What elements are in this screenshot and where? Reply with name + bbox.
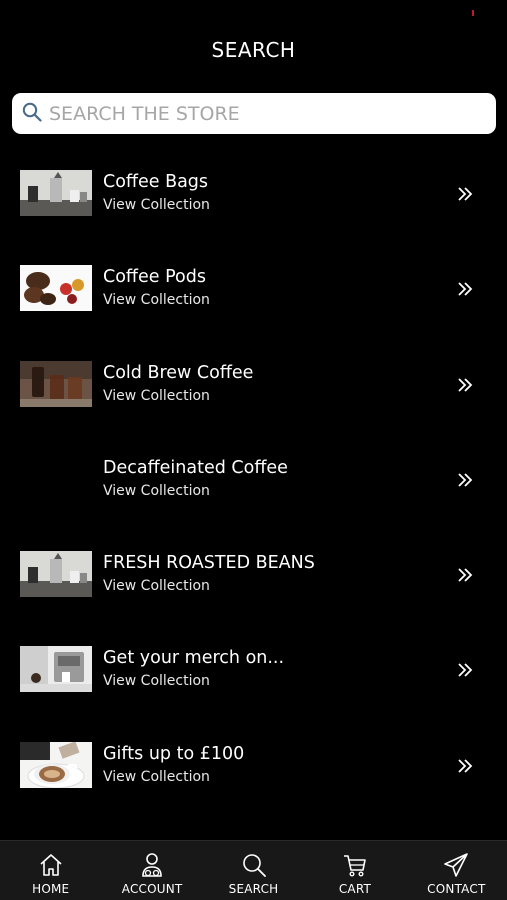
double-chevron-right-icon	[458, 377, 473, 392]
cart-icon	[343, 855, 366, 877]
header: SEARCH	[0, 38, 507, 62]
tab-label: CONTACT	[427, 882, 486, 896]
collection-title: Decaffeinated Coffee	[103, 457, 288, 478]
collection-subtitle: View Collection	[103, 673, 210, 690]
coffee-equipment-image	[20, 551, 92, 598]
double-chevron-right-icon	[458, 663, 473, 678]
tab-label: CART	[338, 882, 372, 896]
collection-subtitle: View Collection	[103, 292, 210, 309]
search-icon	[22, 102, 42, 126]
search-input[interactable]	[49, 102, 469, 125]
collection-subtitle: View Collection	[103, 387, 210, 404]
collection-title: Gifts up to £100	[103, 743, 245, 764]
collection-title: Coffee Bags	[103, 172, 209, 192]
tab-contact[interactable]: CONTACT	[406, 841, 507, 900]
tab-cart[interactable]: CART	[304, 841, 405, 900]
collection-title: Cold Brew Coffee	[103, 362, 254, 383]
collection-item-gifts[interactable]: Gifts up to £100 View Collection	[0, 719, 507, 814]
collection-item-decaffeinated[interactable]: Decaffeinated Coffee View Collection	[0, 433, 507, 528]
collection-item-coffee-pods[interactable]: Coffee Pods View Collection	[0, 242, 507, 337]
coffee-cup-image	[20, 741, 92, 788]
coffee-pods-image	[20, 265, 92, 312]
page-title: SEARCH	[211, 38, 296, 62]
collection-title: FRESH ROASTED BEANS	[103, 553, 315, 574]
collection-item-merch[interactable]: Get your merch on... View Collection	[0, 623, 507, 718]
paper-plane-icon	[444, 853, 469, 877]
tab-search[interactable]: SEARCH	[203, 841, 304, 900]
bottom-tab-bar: HOME ACCOUNT SEARCH CART CONTACT	[0, 840, 507, 900]
tab-label: ACCOUNT	[121, 882, 183, 896]
double-chevron-right-icon	[458, 568, 473, 582]
account-icon	[142, 853, 162, 877]
cold-brew-image	[20, 360, 92, 407]
collection-list: Coffee Bags View Collection Coffee Pods …	[0, 147, 507, 814]
coffee-equipment-image	[20, 170, 92, 216]
search-icon	[242, 854, 266, 877]
double-chevron-right-icon	[458, 759, 473, 773]
collection-title: Get your merch on...	[103, 648, 285, 669]
tab-label: SEARCH	[228, 882, 279, 896]
tab-account[interactable]: ACCOUNT	[101, 841, 202, 900]
tab-label: HOME	[32, 882, 70, 896]
collection-item-coffee-bags[interactable]: Coffee Bags View Collection	[0, 147, 507, 242]
double-chevron-right-icon	[458, 187, 473, 201]
collection-subtitle: View Collection	[103, 768, 210, 785]
collection-subtitle: View Collection	[103, 482, 210, 499]
tab-home[interactable]: HOME	[0, 841, 101, 900]
collection-subtitle: View Collection	[103, 197, 210, 213]
collection-item-cold-brew[interactable]: Cold Brew Coffee View Collection	[0, 338, 507, 433]
search-bar[interactable]	[12, 93, 496, 134]
status-indicator	[472, 10, 474, 16]
home-icon	[40, 854, 62, 876]
collection-item-fresh-roasted-beans[interactable]: FRESH ROASTED BEANS View Collection	[0, 528, 507, 623]
double-chevron-right-icon	[458, 473, 473, 487]
collection-title: Coffee Pods	[103, 267, 206, 288]
double-chevron-right-icon	[458, 282, 473, 296]
espresso-machine-image	[20, 646, 92, 693]
collection-subtitle: View Collection	[103, 578, 210, 595]
